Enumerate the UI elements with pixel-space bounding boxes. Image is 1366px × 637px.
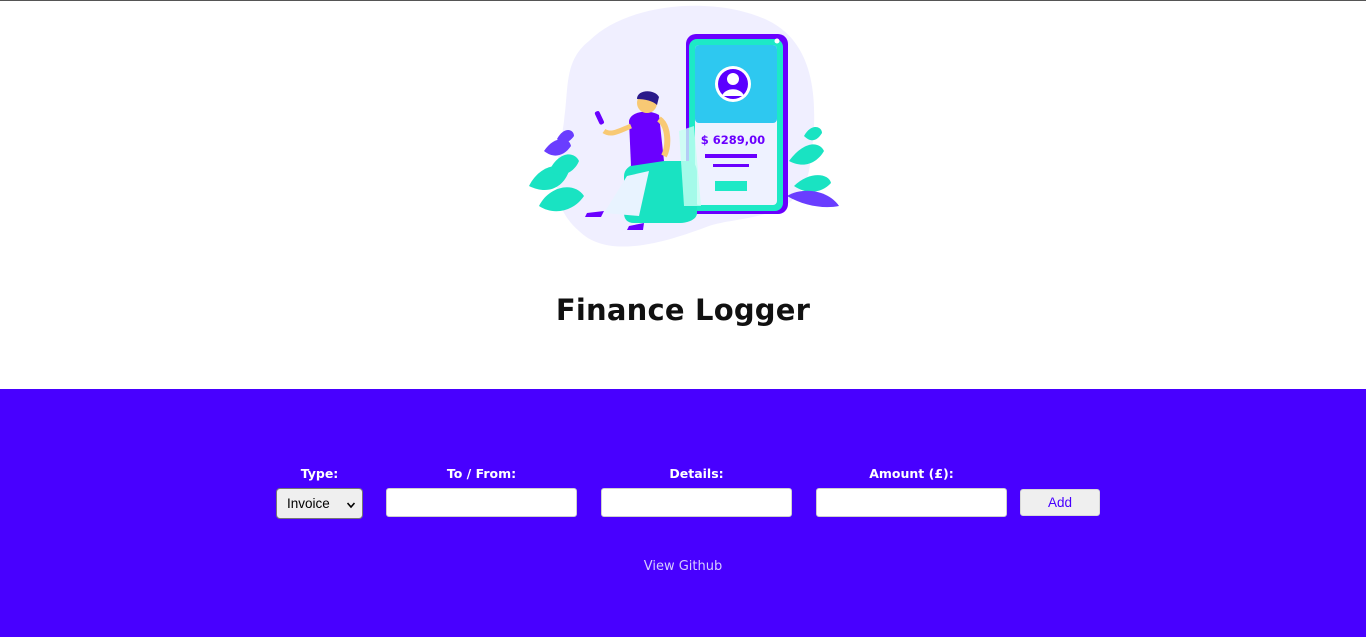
tofrom-label: To / From:: [446, 466, 517, 481]
tofrom-field: To / From:: [386, 466, 577, 517]
type-field: Type: Invoice: [276, 466, 363, 519]
phone-amount: $ 6289,00: [701, 133, 765, 147]
finance-illustration: $ 6289,00: [529, 5, 839, 247]
type-label: Type:: [300, 466, 339, 481]
details-label: Details:: [669, 466, 724, 481]
right-plant-purple: [787, 190, 839, 208]
github-link[interactable]: View Github: [0, 559, 1366, 574]
add-button[interactable]: Add: [1020, 489, 1100, 516]
type-select-value: Invoice: [287, 496, 330, 511]
tofrom-input[interactable]: [386, 488, 577, 517]
page-title: Finance Logger: [555, 293, 811, 327]
entry-panel: Type: Invoice To / From: Details: Amount…: [0, 389, 1366, 637]
details-input[interactable]: [601, 488, 792, 517]
amount-input[interactable]: [816, 488, 1007, 517]
amount-field: Amount (£):: [816, 466, 1007, 517]
amount-label: Amount (£):: [869, 466, 954, 481]
type-select[interactable]: Invoice: [276, 488, 363, 519]
details-field: Details:: [601, 466, 792, 517]
chevron-down-icon: [347, 502, 355, 509]
header: $ 6289,00 Finance Logger: [0, 1, 1366, 389]
